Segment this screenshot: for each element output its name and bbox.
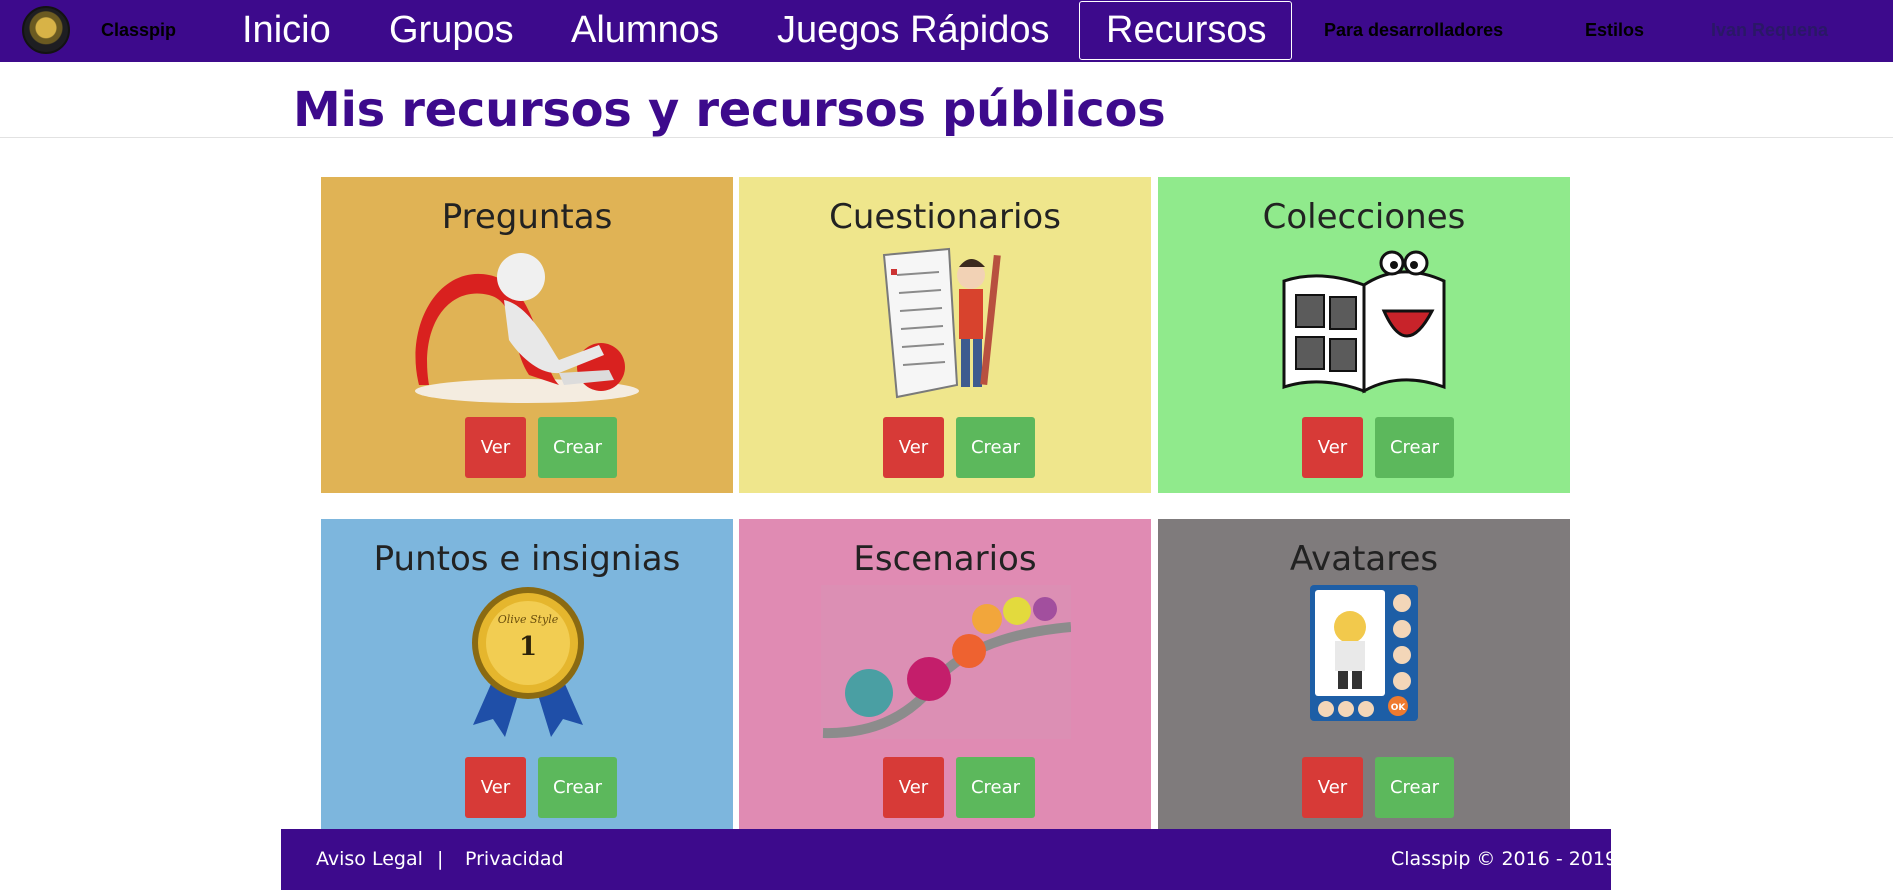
title-divider	[0, 137, 1893, 138]
timeline-scenario-icon	[821, 585, 1071, 739]
card-escenarios: Escenarios Ver Crear	[739, 519, 1151, 829]
avatar-builder-icon: OK	[1310, 585, 1418, 721]
card-title: Preguntas	[441, 197, 613, 237]
avatares-crear-button[interactable]: Crear	[1375, 757, 1454, 818]
medal-number: 1	[519, 632, 537, 662]
card-puntos-insignias: Puntos e insignias Olive Style 1 Ver Cre…	[321, 519, 733, 829]
questionnaire-figure-icon	[882, 247, 1001, 399]
escenarios-ver-button[interactable]: Ver	[883, 757, 944, 818]
cuestionarios-ver-button[interactable]: Ver	[883, 417, 944, 478]
nav-item-inicio[interactable]: Inicio	[242, 9, 331, 52]
puntos-crear-button[interactable]: Crear	[538, 757, 617, 818]
nav-item-grupos[interactable]: Grupos	[389, 9, 514, 52]
card-title: Cuestionarios	[829, 197, 1061, 237]
card-colecciones: Colecciones Ver Crear	[1158, 177, 1570, 493]
top-navbar: Classpip Inicio Grupos Alumnos Juegos Rá…	[0, 0, 1893, 62]
nav-user-name[interactable]: Ivan Requena	[1711, 20, 1828, 41]
card-cuestionarios: Cuestionarios Ver Crear	[739, 177, 1151, 493]
nav-item-juegos-rapidos[interactable]: Juegos Rápidos	[777, 9, 1050, 52]
card-preguntas: Preguntas Ver Crear	[321, 177, 733, 493]
footer: Aviso Legal | Privacidad Classpip © 2016…	[281, 829, 1617, 890]
card-title: Avatares	[1289, 539, 1439, 579]
page-title: Mis recursos y recursos públicos	[293, 82, 1166, 138]
preguntas-ver-button[interactable]: Ver	[465, 417, 526, 478]
medal-badge-icon: Olive Style 1	[472, 587, 584, 737]
escenarios-crear-button[interactable]: Crear	[956, 757, 1035, 818]
colecciones-ver-button[interactable]: Ver	[1302, 417, 1363, 478]
nav-item-alumnos[interactable]: Alumnos	[571, 9, 719, 52]
question-mark-figure-icon	[415, 253, 639, 403]
nav-brand[interactable]: Classpip	[101, 20, 176, 41]
classpip-logo[interactable]	[22, 6, 70, 54]
card-avatares: Avatares OK Ver Crear	[1158, 519, 1570, 829]
cuestionarios-crear-button[interactable]: Crear	[956, 417, 1035, 478]
nav-item-estilos[interactable]: Estilos	[1585, 20, 1644, 41]
footer-separator: |	[437, 848, 444, 870]
puntos-ver-button[interactable]: Ver	[465, 757, 526, 818]
card-title: Colecciones	[1262, 197, 1466, 237]
footer-aviso-legal-link[interactable]: Aviso Legal	[316, 848, 423, 870]
nav-item-recursos[interactable]: Recursos	[1106, 9, 1267, 52]
avatares-ver-button[interactable]: Ver	[1302, 757, 1363, 818]
footer-privacidad-link[interactable]: Privacidad	[465, 848, 564, 870]
card-title: Escenarios	[853, 539, 1037, 579]
preguntas-crear-button[interactable]: Crear	[538, 417, 617, 478]
album-book-icon	[1282, 250, 1446, 394]
footer-copyright: Classpip © 2016 - 2019	[1391, 848, 1618, 870]
card-title: Puntos e insignias	[373, 539, 681, 579]
colecciones-crear-button[interactable]: Crear	[1375, 417, 1454, 478]
nav-item-desarrolladores[interactable]: Para desarrolladores	[1324, 20, 1503, 41]
medal-title: Olive Style	[498, 613, 559, 626]
avatar-ok-label: OK	[1391, 703, 1407, 713]
